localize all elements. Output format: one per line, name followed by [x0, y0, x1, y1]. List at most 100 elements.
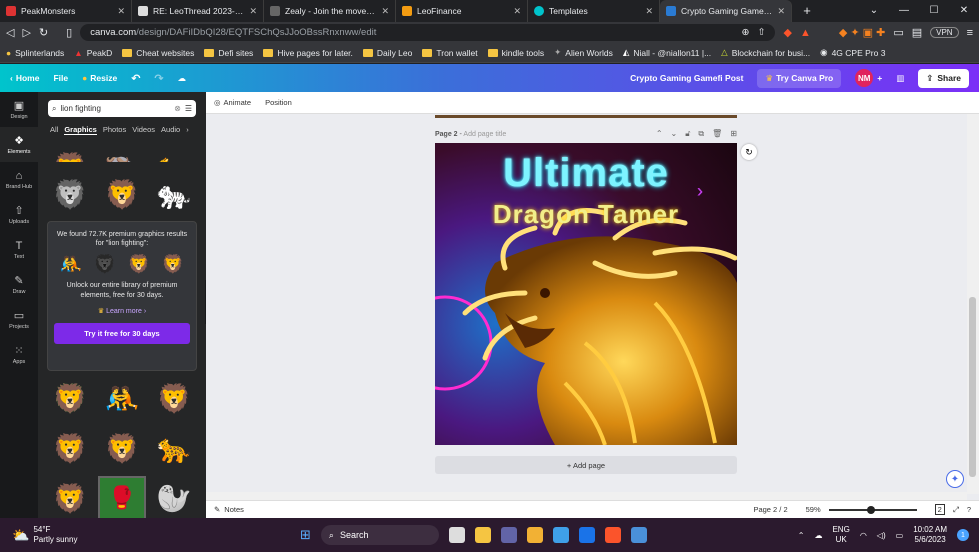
bookmark-kindle-tools[interactable]: kindle tools — [487, 48, 544, 58]
store-icon[interactable] — [552, 527, 569, 543]
tab-videos[interactable]: Videos — [132, 125, 155, 135]
tab-leofinance[interactable]: LeoFinance ✕ — [396, 0, 528, 22]
bookmark-4g-cpe[interactable]: ◉ 4G CPE Pro 3 — [820, 47, 885, 58]
tab-search-icon[interactable]: ⌄ — [859, 0, 889, 22]
design-title[interactable]: Crypto Gaming Gamefi Post — [630, 73, 743, 83]
horizontal-scrollbar[interactable] — [206, 492, 967, 500]
add-page-button[interactable]: + Add page — [435, 456, 737, 474]
tab-templates[interactable]: Templates ✕ — [528, 0, 660, 22]
insights-icon[interactable]: ▥ — [896, 73, 904, 84]
graphic-thumbnail[interactable]: 🦁 — [98, 172, 146, 216]
page-title-input[interactable]: Add page title — [463, 131, 506, 138]
bookmark-peakd[interactable]: ▲ PeakD — [74, 48, 112, 58]
minimize-icon[interactable]: — — [889, 0, 919, 22]
share-page-icon[interactable]: ⇧ — [758, 27, 766, 38]
magic-assistant-icon[interactable]: ✦ — [946, 470, 964, 488]
zoom-slider-handle[interactable] — [866, 505, 875, 514]
graphic-thumbnail[interactable]: 🦁 — [98, 426, 146, 470]
clear-search-icon[interactable]: ⊗ — [174, 104, 181, 113]
avatar[interactable]: NM — [855, 69, 874, 87]
maximize-icon[interactable]: ☐ — [919, 0, 949, 22]
tab-peakmonsters[interactable]: PeakMonsters ✕ — [0, 0, 132, 22]
rail-text[interactable]: T Text — [0, 232, 38, 267]
rail-design[interactable]: ▣ Design — [0, 92, 38, 127]
home-button[interactable]: ‹ Home — [10, 73, 39, 83]
gallery-icon[interactable] — [448, 527, 465, 543]
reload-icon[interactable]: ↻ — [39, 26, 48, 39]
graphic-thumbnail[interactable]: 🐅 — [150, 172, 198, 216]
chevron-up-icon[interactable]: ⌃ — [798, 531, 805, 540]
rail-apps[interactable]: ⁙ Apps — [0, 337, 38, 372]
wifi-icon[interactable]: ◠ — [860, 531, 867, 540]
refresh-icon[interactable]: ↻ — [741, 144, 757, 160]
bookmark-hive-pages[interactable]: Hive pages for later. — [263, 48, 353, 58]
brave-shield-icon[interactable]: ◆ — [783, 26, 791, 39]
folder-icon[interactable] — [526, 527, 543, 543]
redo-button[interactable]: ↷ — [154, 72, 163, 85]
graphic-thumbnail[interactable]: 🦁 — [46, 476, 94, 518]
battery-icon[interactable]: ▭ — [896, 531, 904, 540]
premium-graphic-thumbnail[interactable]: 🦁 — [128, 254, 150, 275]
graphic-thumbnail[interactable]: 🦁 — [46, 376, 94, 420]
add-collaborator-icon[interactable]: + — [877, 73, 882, 83]
tab-all[interactable]: All — [50, 125, 58, 135]
zoom-slider[interactable] — [828, 505, 917, 514]
chevron-down-icon[interactable]: ⌄ — [671, 129, 678, 139]
teams-icon[interactable] — [500, 527, 517, 543]
zoom-level[interactable]: 59% — [806, 505, 821, 514]
tab-audio[interactable]: Audio — [161, 125, 180, 135]
share-button[interactable]: ⇪ Share — [918, 68, 969, 88]
close-tab-icon[interactable]: ✕ — [513, 6, 521, 17]
file-explorer-icon[interactable] — [474, 527, 491, 543]
scrollbar-thumb[interactable] — [969, 297, 976, 477]
try-free-button[interactable]: Try it free for 30 days — [54, 323, 190, 344]
chevron-right-icon[interactable]: › — [186, 125, 189, 135]
bookmark-tron-wallet[interactable]: Tron wallet — [422, 48, 478, 58]
search-input[interactable]: lion fighting — [60, 104, 170, 113]
close-tab-icon[interactable]: ✕ — [645, 6, 653, 17]
bookmark-blockchain[interactable]: △ Blockchain for busi... — [721, 47, 810, 58]
graphic-thumbnail[interactable]: 🦭 — [150, 476, 198, 518]
tab-zealy[interactable]: Zealy - Join the movement ✕ — [264, 0, 396, 22]
page-count[interactable]: Page 2 / 2 — [753, 505, 787, 514]
tab-photos[interactable]: Photos — [103, 125, 126, 135]
rail-draw[interactable]: ✎ Draw — [0, 267, 38, 302]
brave-rewards-icon[interactable]: ▲ — [800, 27, 811, 39]
cloud-save-icon[interactable]: ☁ — [178, 73, 187, 84]
notes-button[interactable]: ✎ Notes — [214, 505, 244, 514]
paint-icon[interactable] — [630, 527, 647, 543]
rail-projects[interactable]: ▭ Projects — [0, 302, 38, 337]
learn-more-link[interactable]: ♛ Learn more › — [54, 307, 190, 315]
language-indicator[interactable]: ENG UK — [832, 525, 849, 545]
design-headline[interactable]: Ultimate — [435, 151, 737, 196]
weather-widget[interactable]: ⛅ 54°F Partly sunny — [0, 525, 300, 545]
undo-button[interactable]: ↶ — [131, 72, 140, 85]
bookmark-defi-sites[interactable]: Defi sites — [204, 48, 253, 58]
tab-crypto-gaming[interactable]: Crypto Gaming Gamefi Post✕ — [660, 0, 792, 22]
file-menu[interactable]: File — [53, 73, 68, 83]
forward-icon[interactable]: ▷ — [22, 26, 30, 39]
premium-graphic-thumbnail[interactable]: 🦁 — [94, 254, 116, 275]
volume-icon[interactable]: ◁) — [877, 531, 886, 540]
premium-graphic-thumbnail[interactable]: 🦁 — [162, 254, 184, 275]
lock-icon[interactable]: 🔓︎ — [685, 129, 690, 139]
fullscreen-icon[interactable]: ⤢ — [953, 505, 959, 515]
close-window-icon[interactable]: ✕ — [949, 0, 979, 22]
rail-brand-hub[interactable]: ⌂ Brand Hub — [0, 162, 38, 197]
clock[interactable]: 10:02 AM 5/6/2023 — [913, 525, 947, 545]
graphic-thumbnail[interactable]: 🦁 — [46, 140, 94, 162]
graphic-thumbnail[interactable]: 🐃 — [98, 140, 146, 162]
filter-icon[interactable]: ☰ — [185, 104, 192, 113]
animate-button[interactable]: ◎ Animate — [214, 98, 251, 107]
graphic-thumbnail[interactable]: 🦁 — [46, 172, 94, 216]
new-tab-button[interactable]: + — [792, 0, 822, 22]
close-tab-icon[interactable]: ✕ — [381, 6, 389, 17]
bookmark-splinterlands[interactable]: ● Splinterlands — [6, 48, 64, 58]
bookmark-cheat-websites[interactable]: Cheat websites — [122, 48, 194, 58]
sidebar-icon[interactable]: ▭ — [893, 26, 903, 39]
start-icon[interactable]: ⊞ — [300, 527, 311, 543]
resize-button[interactable]: ● Resize — [82, 73, 117, 83]
try-canva-pro-button[interactable]: ♛ Try Canva Pro — [757, 68, 842, 88]
chevron-up-icon[interactable]: ⌃ — [656, 129, 663, 139]
close-tab-icon[interactable]: ✕ — [249, 6, 257, 17]
